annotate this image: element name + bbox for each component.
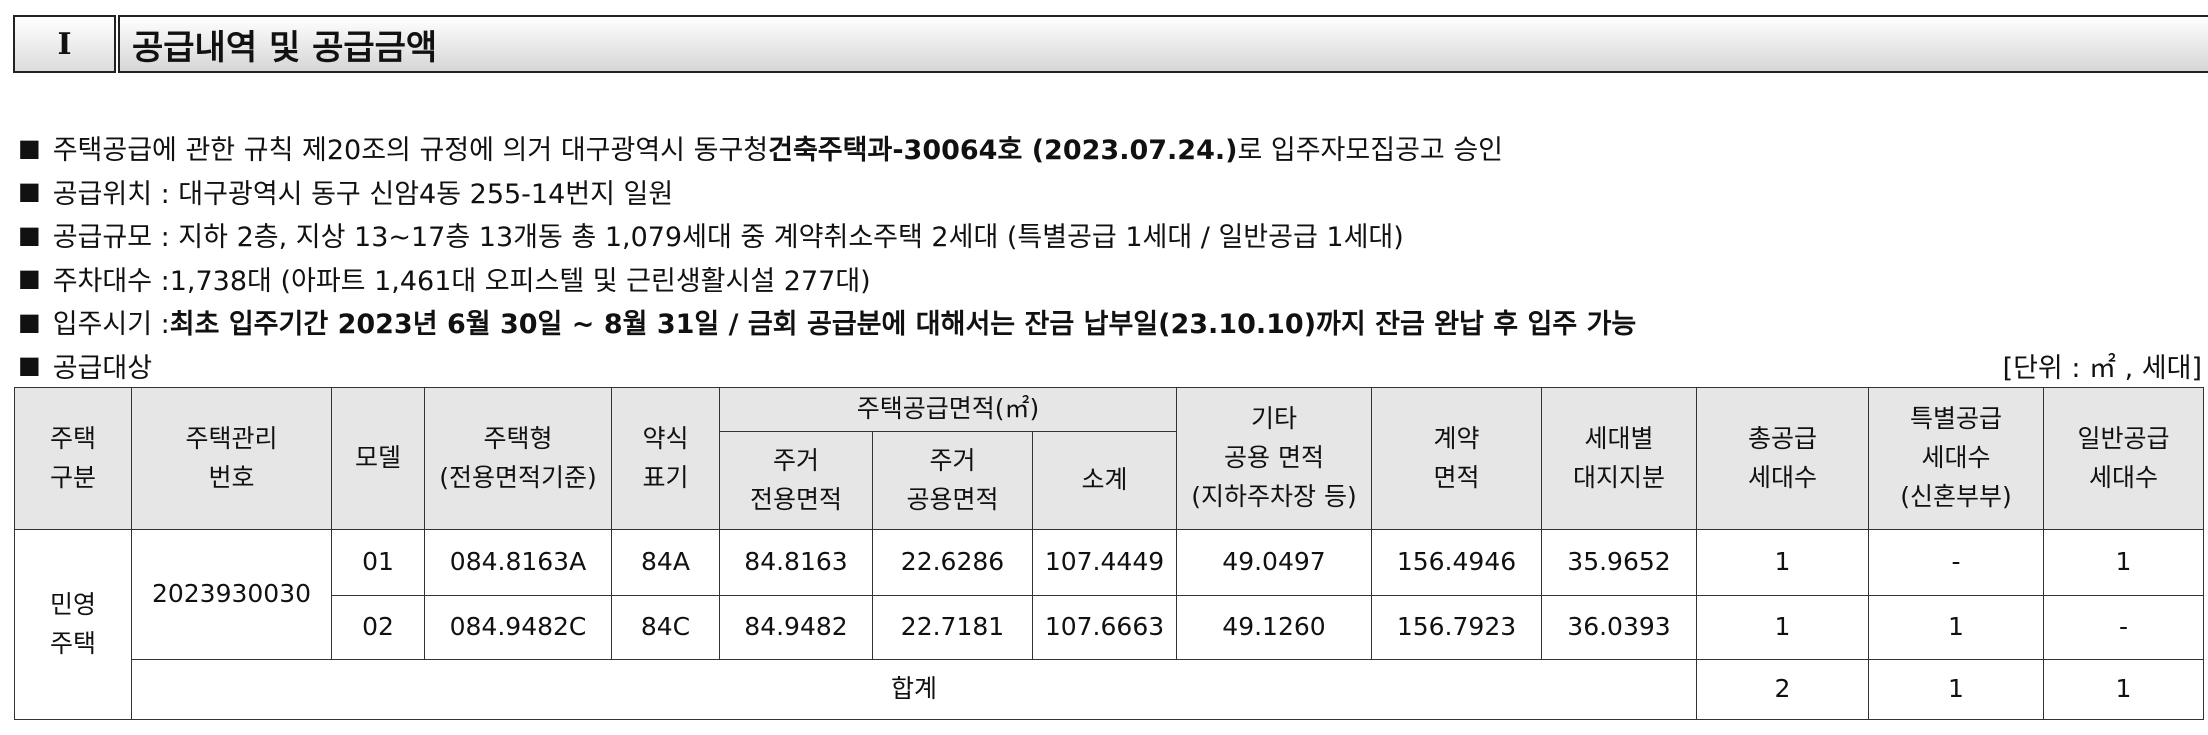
- special-supply-cell: -: [1868, 529, 2044, 596]
- category-cell: 민영 주택: [14, 529, 132, 720]
- bullet-icon: ■: [18, 133, 41, 162]
- sum-special-supply: 1: [1868, 659, 2044, 720]
- model-cell: 02: [331, 595, 425, 660]
- subtotal-cell: 107.4449: [1032, 529, 1177, 596]
- notice-parking: ■ 주차대수 :1,738대 (아파트 1,461대 오피스텔 및 근린생활시설…: [18, 257, 2208, 301]
- notice-movein-period: 최초 입주기간 2023년 6월 30일 ~ 8월 31일 / 금회 공급분에 …: [169, 309, 1637, 341]
- notice-approval-number: 건축주택과-30064호 (2023.07.24.): [768, 135, 1238, 167]
- exclusive-area-cell: 84.9482: [719, 595, 873, 660]
- bullet-icon: ■: [18, 177, 41, 206]
- header-subtotal: 소계: [1032, 431, 1177, 530]
- notice-movein: ■ 입주시기 : 최초 입주기간 2023년 6월 30일 ~ 8월 31일 /…: [18, 300, 2208, 344]
- notice-location: ■ 공급위치 : 대구광역시 동구 신암4동 255-14번지 일원: [18, 170, 2208, 214]
- table-row: 02 084.9482C 84C 84.9482 22.7181 107.666…: [15, 595, 2204, 660]
- notice-target: ■ 공급대상 [단위 : ㎡ , 세대]: [18, 344, 2208, 388]
- header-contract-area: 계약 면적: [1371, 387, 1542, 530]
- total-supply-cell: 1: [1696, 595, 1869, 660]
- supply-table: 주택 구분 주택관리 번호 모델 주택형 (전용면적기준) 약식 표기 주택공급면적(㎡…: [14, 387, 2204, 720]
- header-supply-area: 주택공급면적(㎡): [719, 387, 1177, 432]
- contract-area-cell: 156.7923: [1371, 595, 1542, 660]
- sum-label: 합계: [131, 659, 1697, 720]
- notice-location-text: 공급위치 : 대구광역시 동구 신암4동 255-14번지 일원: [52, 178, 674, 210]
- header-general-supply: 일반공급 세대수: [2043, 387, 2204, 530]
- header-other-common-area: 기타 공용 면적 (지하주차장 등): [1176, 387, 1372, 530]
- general-supply-cell: 1: [2043, 529, 2204, 596]
- total-supply-cell: 1: [1696, 529, 1869, 596]
- unit-type-cell: 084.8163A: [424, 529, 612, 596]
- bullet-icon: ■: [18, 307, 41, 336]
- management-number-cell: 2023930030: [131, 529, 332, 660]
- land-share-cell: 35.9652: [1541, 529, 1697, 596]
- notice-scale: ■ 공급규모 : 지하 2층, 지상 13~17층 13개동 총 1,079세대…: [18, 213, 2208, 257]
- exclusive-area-cell: 84.8163: [719, 529, 873, 596]
- notice-approval-pre: 주택공급에 관한 규칙 제20조의 규정에 의거 대구광역시 동구청: [52, 135, 769, 167]
- bullet-icon: ■: [18, 351, 41, 380]
- header-housing-type: 주택 구분: [14, 387, 132, 530]
- notice-scale-text: 공급규모 : 지하 2층, 지상 13~17층 13개동 총 1,079세대 중…: [52, 222, 1404, 254]
- abbreviation-cell: 84A: [611, 529, 720, 596]
- common-area-cell: 22.6286: [872, 529, 1033, 596]
- subtotal-cell: 107.6663: [1032, 595, 1177, 660]
- header-special-supply: 특별공급 세대수 (신혼부부): [1868, 387, 2044, 530]
- special-supply-cell: 1: [1868, 595, 2044, 660]
- header-exclusive-area: 주거 전용면적: [719, 431, 873, 530]
- notice-approval: ■ 주택공급에 관한 규칙 제20조의 규정에 의거 대구광역시 동구청 건축주…: [18, 126, 2208, 170]
- notice-target-text: 공급대상: [52, 352, 153, 384]
- common-area-cell: 22.7181: [872, 595, 1033, 660]
- sum-row: 합계 2 1 1: [15, 659, 2204, 720]
- header-common-area: 주거 공용면적: [872, 431, 1033, 530]
- table-row: 민영 주택 2023930030 01 084.8163A 84A 84.8163…: [14, 529, 2204, 720]
- header-model: 모델: [331, 387, 425, 530]
- section-title: 공급내역 및 공급금액: [118, 15, 2208, 73]
- model-cell: 01: [331, 529, 425, 596]
- header-management-number: 주택관리 번호: [131, 387, 332, 530]
- section-number: I: [13, 15, 116, 73]
- header-unit-type: 주택형 (전용면적기준): [424, 387, 612, 530]
- other-area-cell: 49.1260: [1176, 595, 1372, 660]
- notice-parking-text: 주차대수 :1,738대 (아파트 1,461대 오피스텔 및 근린생활시설 2…: [52, 265, 871, 297]
- land-share-cell: 36.0393: [1541, 595, 1697, 660]
- sum-general-supply: 1: [2043, 659, 2204, 720]
- notice-list: ■ 주택공급에 관한 규칙 제20조의 규정에 의거 대구광역시 동구청 건축주…: [18, 126, 2208, 387]
- notice-movein-pre: 입주시기 :: [52, 309, 170, 341]
- unit-type-cell: 084.9482C: [424, 595, 612, 660]
- abbreviation-cell: 84C: [611, 595, 720, 660]
- notice-approval-post: 로 입주자모집공고 승인: [1237, 135, 1504, 167]
- bullet-icon: ■: [18, 220, 41, 249]
- sum-total-supply: 2: [1696, 659, 1869, 720]
- general-supply-cell: -: [2043, 595, 2204, 660]
- bullet-icon: ■: [18, 264, 41, 293]
- other-area-cell: 49.0497: [1176, 529, 1372, 596]
- header-land-share: 세대별 대지지분: [1541, 387, 1697, 530]
- contract-area-cell: 156.4946: [1371, 529, 1542, 596]
- header-total-supply: 총공급 세대수: [1696, 387, 1869, 530]
- unit-label: [단위 : ㎡ , 세대]: [2002, 352, 2202, 384]
- header-abbreviation: 약식 표기: [611, 387, 720, 530]
